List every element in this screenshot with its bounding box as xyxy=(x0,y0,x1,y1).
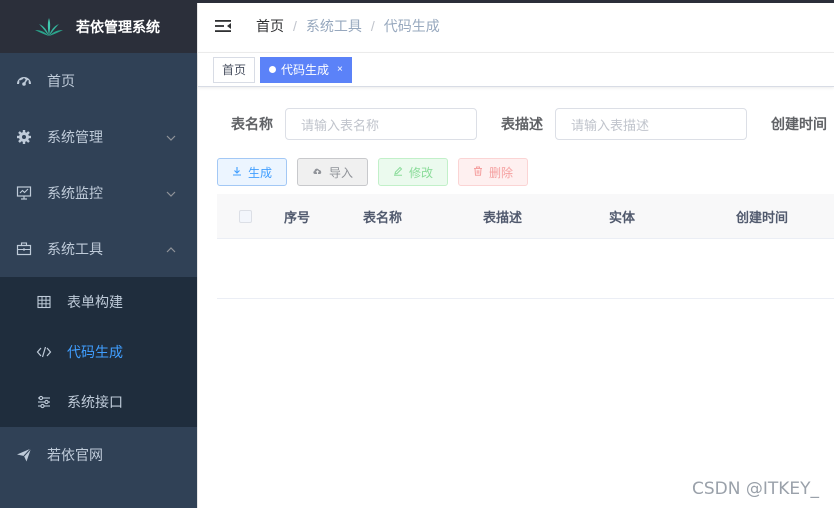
toolbox-icon xyxy=(16,241,32,257)
generate-label: 生成 xyxy=(248,165,273,180)
tag-label: 首页 xyxy=(222,62,247,77)
import-button[interactable]: 导入 xyxy=(297,158,369,186)
sidebar-item-label: 系统监控 xyxy=(47,185,103,201)
edit-label: 修改 xyxy=(409,165,434,180)
table-name-input[interactable]: 请输入表名称 xyxy=(285,108,477,140)
navbar: 首页 / 系统工具 / 代码生成 xyxy=(198,0,834,53)
active-dot-icon xyxy=(269,66,277,73)
breadcrumb-home[interactable]: 首页 xyxy=(256,16,284,36)
tag-label: 代码生成 xyxy=(281,62,330,77)
delete-button[interactable]: 删除 xyxy=(458,158,529,186)
gear-icon xyxy=(16,129,32,145)
close-icon[interactable]: × xyxy=(337,58,343,82)
sidebar-item-code-generation[interactable]: 代码生成 xyxy=(0,327,197,377)
sidebar-item-official-site[interactable]: 若依官网 xyxy=(0,427,197,483)
sidebar-item-label: 若依官网 xyxy=(47,447,103,463)
table-desc-input[interactable]: 请输入表描述 xyxy=(555,108,747,140)
chevron-down-icon xyxy=(165,187,177,199)
generate-button[interactable]: 生成 xyxy=(217,158,288,186)
create-time-label: 创建时间 xyxy=(771,116,827,132)
toolbar: 生成 导入 修改 删除 xyxy=(217,158,538,186)
column-header-table-desc: 表描述 xyxy=(483,209,523,225)
edit-button[interactable]: 修改 xyxy=(378,158,449,186)
main-area: 首页 / 系统工具 / 代码生成 首页 代码生成 × xyxy=(197,0,834,508)
select-all-checkbox[interactable] xyxy=(239,209,252,223)
submenu-system-tools: 表单构建 代码生成 系统接口 xyxy=(0,277,197,427)
search-form: 表名称 请输入表名称 表描述 请输入表描述 创建时间 xyxy=(231,108,834,140)
sidebar-item-label: 系统接口 xyxy=(67,394,123,410)
sidebar-item-home[interactable]: 首页 xyxy=(0,53,197,109)
tags-view: 首页 代码生成 × xyxy=(198,53,834,87)
breadcrumb-separator: / xyxy=(370,18,375,34)
window-top-edge xyxy=(0,0,834,3)
watermark: CSDN @ITKEY_ xyxy=(691,479,819,499)
table-name-placeholder: 请输入表名称 xyxy=(301,117,380,133)
code-icon xyxy=(36,344,52,360)
hamburger-icon[interactable] xyxy=(214,17,232,35)
column-header-table-name: 表名称 xyxy=(363,209,403,225)
monitor-icon xyxy=(16,185,32,201)
chevron-up-icon xyxy=(165,243,177,255)
app-title: 若依管理系统 xyxy=(76,18,160,35)
logo-icon xyxy=(34,16,64,38)
sidebar-item-label: 首页 xyxy=(47,73,75,89)
delete-label: 删除 xyxy=(489,165,514,180)
sidebar-item-label: 表单构建 xyxy=(67,294,123,310)
grid-icon xyxy=(36,294,52,310)
sidebar-item-system-management[interactable]: 系统管理 xyxy=(0,109,197,165)
trash-icon xyxy=(473,166,483,179)
breadcrumb: 首页 / 系统工具 / 代码生成 xyxy=(256,16,440,36)
table-desc-label: 表描述 xyxy=(501,116,543,132)
sidebar-brand[interactable]: 若依管理系统 xyxy=(0,0,197,53)
sliders-icon xyxy=(36,394,52,410)
breadcrumb-system-tools: 系统工具 xyxy=(305,18,362,34)
table-empty-body xyxy=(217,298,834,299)
sidebar-item-label: 系统管理 xyxy=(47,129,103,145)
sidebar-item-label: 系统工具 xyxy=(47,241,103,257)
cloud-upload-icon xyxy=(312,166,323,179)
table-header: 序号 表名称 表描述 实体 创建时间 xyxy=(217,194,834,239)
sidebar-item-system-tools[interactable]: 系统工具 xyxy=(0,221,197,277)
column-header-entity: 实体 xyxy=(609,209,636,225)
sidebar-item-label: 代码生成 xyxy=(67,344,123,360)
table-desc-placeholder: 请输入表描述 xyxy=(571,117,650,133)
download-icon xyxy=(232,166,242,179)
column-header-index: 序号 xyxy=(284,209,311,225)
import-label: 导入 xyxy=(329,165,354,180)
table-name-label: 表名称 xyxy=(231,116,273,132)
tag-code-generation[interactable]: 代码生成 × xyxy=(260,56,352,83)
breadcrumb-current: 代码生成 xyxy=(383,18,440,34)
sidebar-item-system-api[interactable]: 系统接口 xyxy=(0,377,197,427)
sidebar-item-form-builder[interactable]: 表单构建 xyxy=(0,277,197,327)
breadcrumb-separator: / xyxy=(293,18,297,34)
sidebar: 若依管理系统 首页 系统管理 系统监控 系统工具 表单构建 代码生成 系统接口 … xyxy=(0,0,197,508)
column-header-create-time: 创建时间 xyxy=(736,209,789,225)
dashboard-icon xyxy=(16,73,32,89)
tag-home[interactable]: 首页 xyxy=(213,56,256,83)
edit-icon xyxy=(393,166,403,179)
chevron-down-icon xyxy=(165,131,177,143)
send-icon xyxy=(16,447,32,463)
sidebar-item-system-monitor[interactable]: 系统监控 xyxy=(0,165,197,221)
